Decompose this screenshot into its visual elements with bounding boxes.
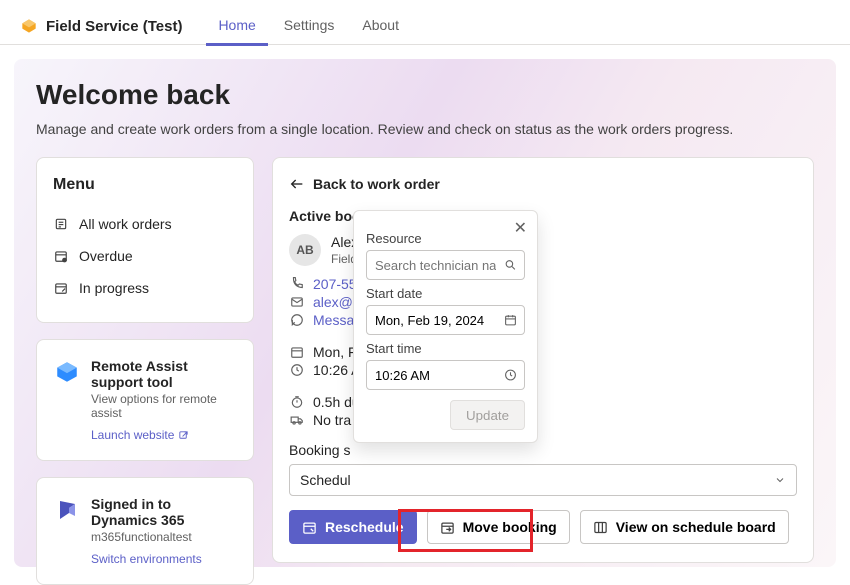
date-value: Mon, F <box>313 344 357 360</box>
move-booking-button[interactable]: Move booking <box>427 510 570 544</box>
switch-env-link[interactable]: Switch environments <box>91 552 202 566</box>
menu-item-all-work-orders[interactable]: All work orders <box>53 208 237 240</box>
menu-card: Menu All work orders Overdue <box>36 157 254 323</box>
update-button[interactable]: Update <box>450 400 525 430</box>
tile-title: Signed in to Dynamics 365 <box>91 496 237 528</box>
start-time-input[interactable] <box>366 360 525 390</box>
resource-input[interactable] <box>366 250 525 280</box>
page-subtitle: Manage and create work orders from a sin… <box>36 121 814 137</box>
status-value: Schedul <box>300 472 351 488</box>
chevron-down-icon <box>774 474 786 486</box>
mail-icon <box>289 295 305 309</box>
main-card: Back to work order Active booking AB Ale… <box>272 157 814 563</box>
menu-title: Menu <box>53 176 237 194</box>
back-label: Back to work order <box>313 176 440 192</box>
list-icon <box>53 217 69 231</box>
resource-label: Resource <box>366 231 525 246</box>
progress-icon <box>53 281 69 295</box>
phone-link[interactable]: 207-55 <box>313 276 357 292</box>
action-button-row: Reschedule Move booking View on schedule… <box>289 510 797 544</box>
external-link-icon <box>178 430 189 441</box>
tab-about[interactable]: About <box>350 7 411 46</box>
avatar: AB <box>289 234 321 266</box>
booking-status-label: Booking s <box>289 442 797 458</box>
board-icon <box>593 520 608 535</box>
calendar-arrow-icon <box>440 520 455 535</box>
start-date-input[interactable] <box>366 305 525 335</box>
tile-subtitle: m365functionaltest <box>91 530 237 544</box>
calendar-icon <box>289 345 305 359</box>
move-booking-popover: ✕ Resource Start date Start time <box>353 210 538 443</box>
tile-subtitle: View options for remote assist <box>91 392 237 420</box>
phone-icon <box>289 277 305 291</box>
header-bar: Field Service (Test) Home Settings About <box>0 0 850 45</box>
duration-icon <box>289 395 305 409</box>
travel-value: No tra <box>313 412 351 428</box>
arrow-left-icon <box>289 176 305 192</box>
app-logo-icon <box>20 17 38 35</box>
chat-icon <box>289 313 305 327</box>
menu-item-overdue[interactable]: Overdue <box>53 240 237 272</box>
message-link[interactable]: Messa <box>313 312 354 328</box>
calendar-pen-icon <box>302 520 317 535</box>
remote-assist-tile: Remote Assist support tool View options … <box>36 339 254 461</box>
menu-item-label: Overdue <box>79 248 133 264</box>
menu-item-label: All work orders <box>79 216 172 232</box>
clock-icon <box>289 363 305 377</box>
tile-title: Remote Assist support tool <box>91 358 237 390</box>
hex-icon <box>53 358 81 386</box>
start-time-label: Start time <box>366 341 525 356</box>
dynamics-icon <box>53 496 81 524</box>
tab-home[interactable]: Home <box>206 7 267 46</box>
page-title: Welcome back <box>36 79 814 111</box>
launch-website-link[interactable]: Launch website <box>91 428 189 442</box>
close-icon[interactable]: ✕ <box>514 221 527 237</box>
reschedule-button[interactable]: Reschedule <box>289 510 417 544</box>
app-title: Field Service (Test) <box>46 18 182 35</box>
menu-item-label: In progress <box>79 280 149 296</box>
back-to-work-order-link[interactable]: Back to work order <box>289 176 797 192</box>
left-column: Menu All work orders Overdue <box>36 157 254 585</box>
menu-item-in-progress[interactable]: In progress <box>53 272 237 304</box>
tab-settings[interactable]: Settings <box>272 7 347 46</box>
start-date-label: Start date <box>366 286 525 301</box>
clock-alert-icon <box>53 249 69 263</box>
truck-icon <box>289 413 305 427</box>
booking-status-select[interactable]: Schedul <box>289 464 797 496</box>
page-surface: Welcome back Manage and create work orde… <box>14 59 836 567</box>
dynamics-tile: Signed in to Dynamics 365 m365functional… <box>36 477 254 585</box>
view-schedule-board-button[interactable]: View on schedule board <box>580 510 789 544</box>
